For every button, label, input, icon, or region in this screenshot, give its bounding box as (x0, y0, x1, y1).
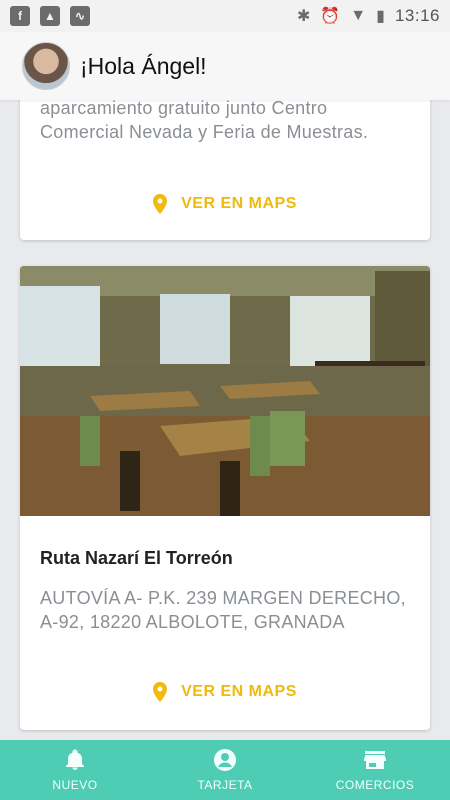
view-in-maps-button[interactable]: VER EN MAPS (20, 194, 430, 214)
nav-label: COMERCIOS (335, 778, 415, 792)
nav-label: TARJETA (197, 778, 253, 792)
status-left-icons: f ▲ ∿ (10, 6, 90, 26)
store-icon (363, 748, 387, 772)
battery-icon: ▮ (376, 8, 385, 25)
view-in-maps-label: VER EN MAPS (181, 683, 297, 700)
status-right-icons: ✱ ⏰ ▼ ▮ 13:16 (297, 6, 440, 26)
status-bar: f ▲ ∿ ✱ ⏰ ▼ ▮ 13:16 (0, 0, 450, 32)
alarm-icon: ⏰ (320, 8, 341, 25)
shop-list[interactable]: aparcamiento gratuito junto Centro Comer… (0, 100, 450, 740)
nav-item-tarjeta[interactable]: TARJETA (150, 740, 300, 800)
map-pin-icon (153, 682, 168, 702)
wifi-icon: ▼ (350, 7, 367, 24)
bottom-nav: NUEVO TARJETA COMERCIOS (0, 740, 450, 800)
user-circle-icon (213, 748, 237, 772)
shop-address: aparcamiento gratuito junto Centro Comer… (40, 100, 369, 142)
bell-icon (63, 748, 87, 772)
view-in-maps-button[interactable]: VER EN MAPS (20, 682, 430, 702)
bluetooth-icon: ✱ (296, 8, 311, 25)
activity-icon: ∿ (70, 6, 90, 26)
facebook-icon: f (10, 6, 30, 26)
nav-item-comercios[interactable]: COMERCIOS (300, 740, 450, 800)
nav-item-nuevo[interactable]: NUEVO (0, 740, 150, 800)
avatar[interactable] (22, 42, 70, 90)
greeting-text: ¡Hola Ángel! (80, 52, 207, 79)
app-header: ¡Hola Ángel! (0, 32, 450, 100)
shop-address: AUTOVÍA A- P.K. 239 MARGEN DERECHO, A-92… (40, 588, 406, 632)
shop-card: Ruta Nazarí El Torreón AUTOVÍA A- P.K. 2… (20, 266, 430, 730)
nav-label: NUEVO (52, 778, 98, 792)
shop-card: aparcamiento gratuito junto Centro Comer… (20, 100, 430, 240)
view-in-maps-label: VER EN MAPS (181, 195, 297, 212)
shop-photo (20, 266, 430, 516)
map-pin-icon (153, 194, 168, 214)
status-time: 13:16 (394, 6, 440, 25)
image-icon: ▲ (40, 6, 60, 26)
shop-name: Ruta Nazarí El Torreón (40, 548, 233, 568)
